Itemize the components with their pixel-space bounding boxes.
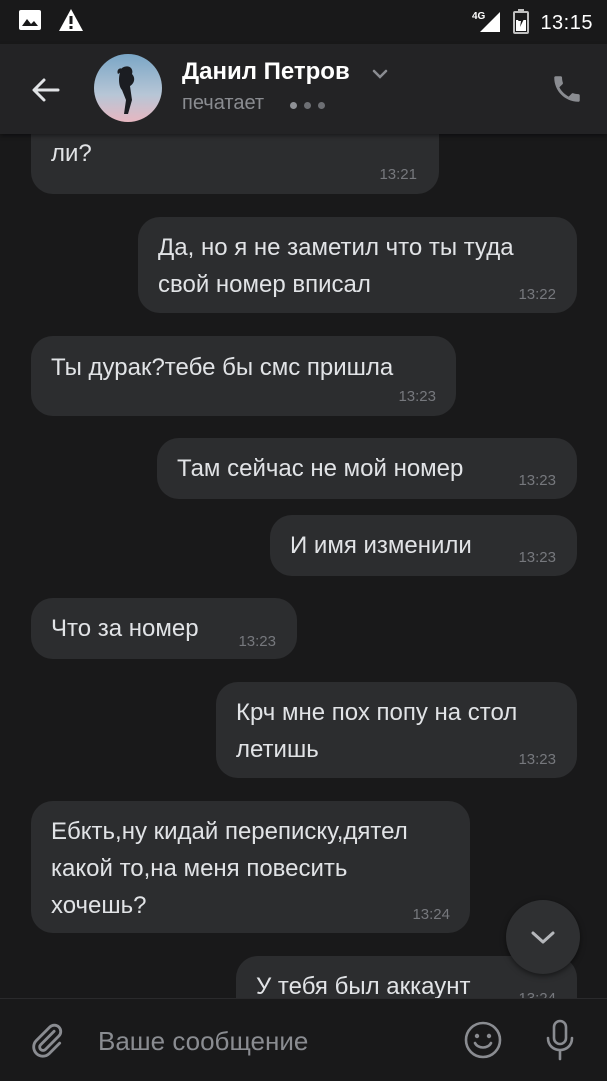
message-incoming[interactable]: Ты дурак?тебе бы смс пришла 13:23 bbox=[31, 336, 456, 416]
message-time: 13:23 bbox=[518, 751, 556, 768]
svg-text:4G: 4G bbox=[472, 11, 486, 22]
message-text: Ебкть,ну кидай переписку,дятел какой то,… bbox=[51, 818, 408, 919]
message-time: 13:23 bbox=[398, 388, 436, 405]
typing-indicator bbox=[290, 102, 325, 109]
message-text: Ты пароль сменил,забыл что ли? bbox=[51, 140, 92, 167]
contact-avatar[interactable] bbox=[94, 54, 162, 122]
message-time: 13:24 bbox=[412, 906, 450, 923]
message-outgoing[interactable]: Да, но я не заметил что ты туда свой ном… bbox=[138, 217, 577, 313]
contact-name[interactable]: Данил Петров bbox=[182, 58, 350, 86]
scroll-down-button[interactable] bbox=[506, 900, 580, 974]
gallery-notification-icon bbox=[18, 9, 42, 36]
warning-notification-icon bbox=[58, 8, 84, 37]
microphone-icon[interactable] bbox=[543, 1018, 577, 1062]
status-bar: 4G 13:15 bbox=[0, 0, 607, 44]
message-incoming[interactable]: Ты пароль сменил,забыл что ли? 13:21 bbox=[31, 134, 439, 194]
message-text: Да, но я не заметил что ты туда свой ном… bbox=[158, 234, 514, 298]
message-incoming[interactable]: Что за номер 13:23 bbox=[31, 598, 297, 659]
message-text: У тебя был аккаунт bbox=[256, 973, 471, 998]
message-list[interactable]: Ты пароль сменил,забыл что ли? 13:21 Да,… bbox=[0, 134, 607, 998]
signal-4g-icon: 4G bbox=[472, 8, 502, 39]
message-time: 13:23 bbox=[518, 549, 556, 566]
message-text: Ты дурак?тебе бы смс пришла bbox=[51, 354, 394, 381]
message-time: 13:24 bbox=[518, 990, 556, 998]
attach-paperclip-icon[interactable] bbox=[28, 1021, 66, 1059]
message-text: Крч мне пох попу на стол летишь bbox=[236, 699, 518, 763]
message-text: Что за номер bbox=[51, 615, 199, 642]
message-time: 13:23 bbox=[238, 633, 276, 650]
emoji-icon[interactable] bbox=[463, 1020, 503, 1060]
message-composer bbox=[0, 998, 607, 1081]
message-text: Там сейчас не мой номер bbox=[177, 455, 464, 482]
chevron-down-icon[interactable] bbox=[370, 64, 390, 84]
clock: 13:15 bbox=[540, 12, 593, 34]
back-arrow-icon[interactable] bbox=[28, 72, 64, 108]
message-outgoing[interactable]: Крч мне пох попу на стол летишь 13:23 bbox=[216, 682, 577, 778]
message-input[interactable] bbox=[96, 1017, 440, 1065]
message-time: 13:22 bbox=[518, 286, 556, 303]
typing-status: печатает bbox=[182, 92, 265, 114]
battery-icon bbox=[512, 8, 530, 39]
phone-call-icon[interactable] bbox=[550, 72, 584, 106]
message-text: И имя изменили bbox=[290, 532, 472, 559]
message-time: 13:21 bbox=[379, 166, 417, 183]
message-outgoing[interactable]: И имя изменили 13:23 bbox=[270, 515, 577, 576]
message-time: 13:23 bbox=[518, 472, 556, 489]
message-outgoing[interactable]: Там сейчас не мой номер 13:23 bbox=[157, 438, 577, 499]
chat-header: Данил Петров печатает bbox=[0, 44, 607, 134]
message-incoming[interactable]: Ебкть,ну кидай переписку,дятел какой то,… bbox=[31, 801, 470, 933]
